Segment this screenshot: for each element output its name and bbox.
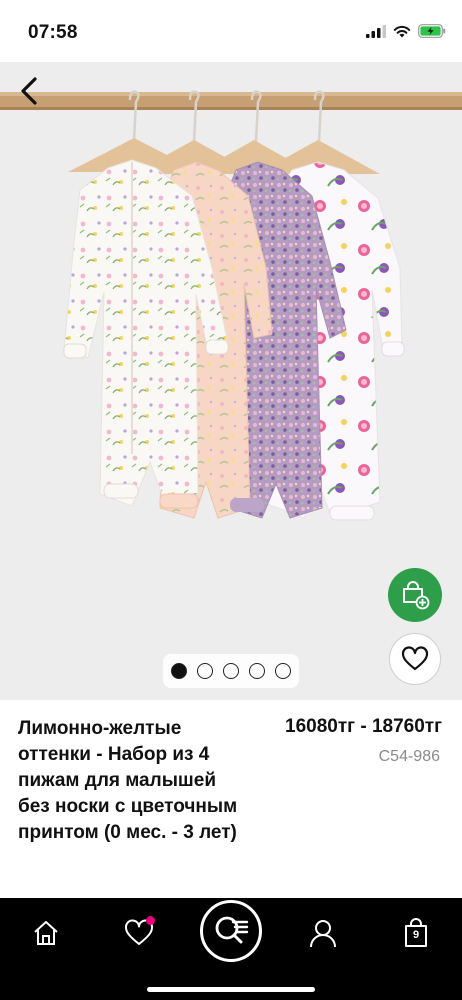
status-icons <box>366 24 446 38</box>
product-gallery[interactable] <box>0 62 462 700</box>
battery-icon <box>418 24 446 38</box>
signal-icon <box>366 24 386 38</box>
wifi-icon <box>393 25 411 37</box>
heart-outline-icon <box>401 646 429 671</box>
add-to-wishlist-button[interactable] <box>389 633 441 685</box>
pager-dot-1[interactable] <box>171 663 187 679</box>
profile-icon <box>310 920 336 948</box>
home-icon <box>34 921 58 945</box>
search-icon <box>215 916 249 944</box>
nav-account[interactable] <box>298 908 348 958</box>
nav-wishlist[interactable] <box>114 908 164 958</box>
bottom-nav: 9 <box>0 898 462 1000</box>
chevron-left-icon <box>21 77 37 105</box>
product-code: C54-986 <box>378 748 440 765</box>
pager-dot-3[interactable] <box>223 663 239 679</box>
wishlist-badge <box>146 916 155 925</box>
pager-dot-4[interactable] <box>249 663 265 679</box>
pager-dot-2[interactable] <box>197 663 213 679</box>
product-title: Лимонно-желтые оттенки - Набор из 4 пижа… <box>18 718 238 843</box>
nav-search[interactable] <box>200 900 262 962</box>
bag-count: 9 <box>412 929 420 941</box>
pager-dot-5[interactable] <box>275 663 291 679</box>
product-info: Лимонно-желтые оттенки - Набор из 4 пижа… <box>0 700 462 898</box>
back-button[interactable] <box>12 74 46 108</box>
home-indicator <box>147 987 315 992</box>
image-pager <box>163 654 299 688</box>
status-time: 07:58 <box>28 22 78 43</box>
nav-bag[interactable]: 9 <box>391 908 441 958</box>
nav-home[interactable] <box>21 908 71 958</box>
product-price: 16080тг - 18760тг <box>285 716 442 737</box>
status-bar: 07:58 <box>0 0 462 62</box>
add-to-bag-button[interactable] <box>388 568 442 622</box>
bag-plus-icon <box>403 581 430 610</box>
